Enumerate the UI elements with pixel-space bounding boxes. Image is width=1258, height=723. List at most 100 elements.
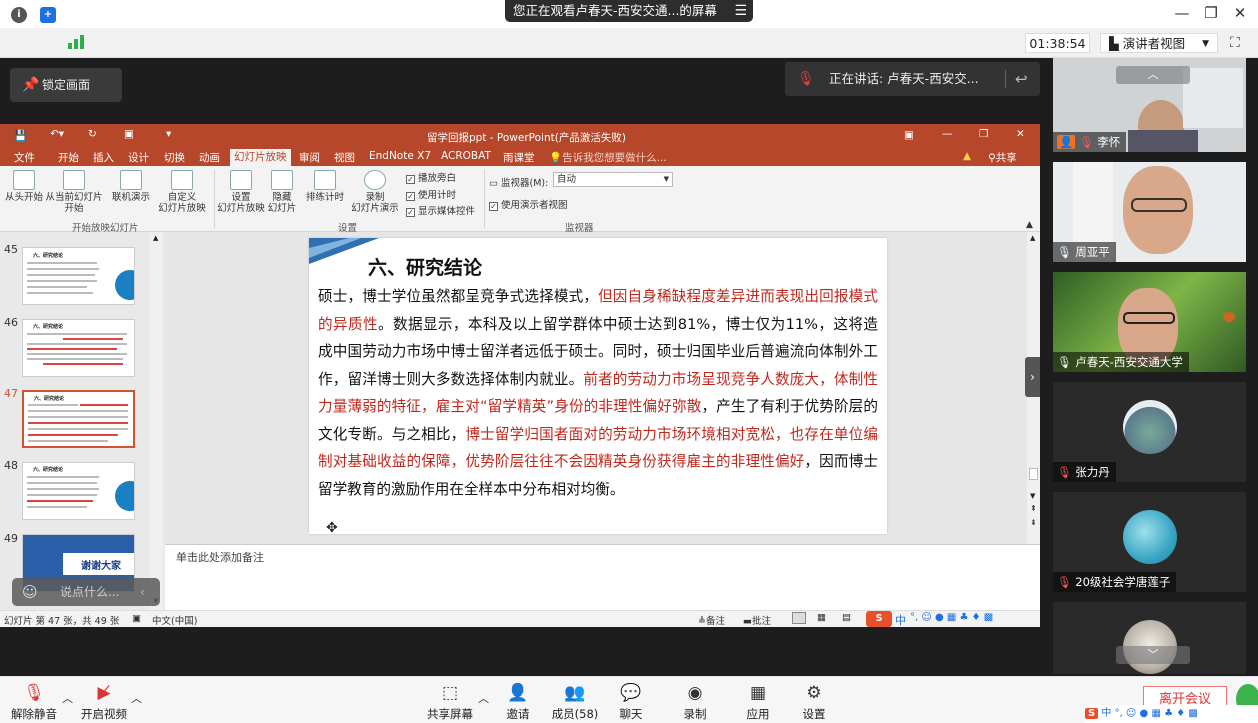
ime-mode[interactable]: 中 (1101, 708, 1111, 719)
viewing-banner[interactable]: 您正在观看卢春天-西安交通...的屏幕 ☰ (505, 0, 753, 22)
lock-view-button[interactable]: 📌 锁定画面 (10, 68, 122, 102)
participant-tile[interactable]: 🎙 20级社会学唐莲子 (1053, 492, 1246, 592)
video-button[interactable]: ▶̸ 开启视频 (78, 679, 130, 722)
ribbon-display-icon[interactable]: ▣ (904, 129, 914, 141)
tab-endnote[interactable]: EndNote X7 (369, 150, 431, 162)
tab-insert[interactable]: 插入 (93, 150, 114, 165)
tab-slideshow[interactable]: 幻灯片放映 (230, 149, 291, 166)
members-button[interactable]: 👥 成员(58) (549, 679, 601, 722)
notes-toggle[interactable]: ≜备注 (698, 613, 725, 627)
chevron-left-icon[interactable]: ‹ (140, 578, 145, 606)
share-screen-button[interactable]: ⬚ 共享屏幕 (424, 679, 476, 722)
normal-view-icon[interactable] (792, 612, 806, 624)
tab-design[interactable]: 设计 (128, 150, 149, 165)
participant-nametag: 👤 🎙 李怀 (1053, 132, 1127, 152)
slide-thumbnail-46[interactable]: 六、研究结论 (22, 319, 135, 377)
notes-pane[interactable]: 单击此处添加备注 (165, 544, 1040, 610)
shield-icon[interactable]: + (40, 7, 56, 23)
ime-toolbar-icons[interactable]: °, ☺ ● ▦ ♣ ♦ ▩ (1115, 708, 1198, 719)
participant-tile[interactable]: 🎙 周亚平 (1053, 162, 1246, 262)
ppt-close-icon[interactable]: ✕ (1016, 128, 1025, 140)
tell-me-box[interactable]: 💡告诉我您想要做什么... (549, 150, 667, 165)
spellcheck-icon[interactable]: ▣ (132, 613, 141, 624)
chevron-up-icon[interactable]: ︿ (131, 690, 142, 706)
tab-acrobat[interactable]: ACROBAT (441, 150, 491, 162)
tab-view[interactable]: 视图 (334, 150, 355, 165)
slide-thumbnail-47[interactable]: 六、研究结论 (22, 390, 135, 448)
ime-taskbar[interactable]: S 中 °, ☺ ● ▦ ♣ ♦ ▩ (1085, 705, 1258, 723)
sorter-view-icon[interactable]: ▦ (817, 612, 826, 623)
redo-icon[interactable]: ↻ (88, 128, 97, 140)
ppt-minimize-icon[interactable]: — (942, 128, 953, 140)
hide-slide-button[interactable]: 隐藏 幻灯片 (266, 170, 298, 214)
presenter-view-checkbox[interactable]: ✓ 使用演示者视图 (489, 197, 568, 211)
sogou-ime-icon[interactable]: S (1085, 708, 1099, 719)
participant-tile[interactable]: 🎙 张力丹 (1053, 382, 1246, 482)
online-present-button[interactable]: 联机演示 (110, 170, 152, 203)
thumb-scrollbar[interactable]: ▲ ▼ (150, 232, 163, 610)
media-controls-checkbox[interactable]: ✓ 显示媒体控件 (406, 203, 475, 217)
reading-view-icon[interactable]: ▤ (842, 612, 851, 623)
customize-qat-icon[interactable]: ▾ (166, 128, 171, 140)
sogou-ime-icon[interactable]: S (866, 611, 892, 627)
tab-rainclass[interactable]: 雨课堂 (503, 150, 535, 165)
signal-icon[interactable] (68, 35, 86, 49)
tab-home[interactable]: 开始 (58, 150, 79, 165)
undo-arrow-icon[interactable]: ↩ (1015, 62, 1028, 96)
tab-review[interactable]: 审阅 (299, 150, 320, 165)
share-ppt-button[interactable]: ⚲共享 (988, 150, 1017, 165)
fullscreen-icon[interactable]: ⛶ (1230, 35, 1240, 51)
ime-mode[interactable]: 中 (895, 612, 906, 628)
chevron-up-icon[interactable]: ︿ (478, 690, 489, 706)
participant-tile[interactable]: 🎙 卢春天-西安交通大学 (1053, 272, 1246, 372)
save-icon[interactable]: 💾 (14, 129, 27, 142)
present-icon[interactable]: ▣ (124, 128, 134, 140)
minimize-icon[interactable]: — (1170, 4, 1194, 22)
ime-toolbar-icons[interactable]: °, ☺ ● ▦ ♣ ♦ ▩ (910, 612, 993, 623)
chat-button[interactable]: 💬 聊天 (613, 679, 649, 722)
tab-animations[interactable]: 动画 (199, 150, 220, 165)
restore-icon[interactable]: ❐ (1199, 4, 1223, 22)
ppt-restore-icon[interactable]: ❐ (979, 128, 988, 140)
record-show-button[interactable]: 录制 幻灯片演示 (346, 170, 404, 214)
prev-slide-icon[interactable]: ⇞ (1030, 504, 1037, 513)
toggle-video-panel-button[interactable]: › (1025, 357, 1040, 397)
presenter-view-dropdown[interactable]: ▙ 演讲者视图 ▼ (1100, 33, 1218, 53)
chevron-up-icon[interactable]: ︿ (62, 690, 73, 706)
slide-thumbnail-48[interactable]: 六、研究结论 (22, 462, 135, 520)
custom-show-button[interactable]: 自定义 幻灯片放映 (153, 170, 211, 214)
undo-icon[interactable]: ↶▾ (50, 128, 64, 140)
setup-show-button[interactable]: 设置 幻灯片放映 (216, 170, 266, 214)
scroll-up-icon[interactable]: ▲ (153, 234, 158, 242)
emoji-icon[interactable]: ☺ (22, 578, 38, 606)
invite-button[interactable]: 👤 邀请 (500, 679, 536, 722)
tab-transitions[interactable]: 切换 (164, 150, 185, 165)
rehearse-button[interactable]: 排练计时 (303, 170, 347, 203)
from-current-button[interactable]: 从当前幻灯片 开始 (44, 170, 104, 214)
timing-checkbox[interactable]: ✓ 使用计时 (406, 187, 456, 201)
record-button[interactable]: ◉ 录制 (677, 679, 713, 722)
thumb-thanks: 谢谢大家 (81, 561, 121, 572)
apps-button[interactable]: ▦ 应用 (740, 679, 776, 722)
from-start-button[interactable]: 从头开始 (3, 170, 45, 203)
slide-thumbnails-pane[interactable]: 45 六、研究结论 46 六、研究结论 47 六、研究结论 48 六、研究结论 … (0, 232, 165, 610)
slide-thumbnail-45[interactable]: 六、研究结论 (22, 247, 135, 305)
narration-checkbox[interactable]: ✓ 播放旁白 (406, 170, 456, 184)
settings-button[interactable]: ⚙ 设置 (796, 679, 832, 722)
tab-file[interactable]: 文件 (14, 150, 35, 165)
video-scroll-down[interactable]: ﹀ (1116, 646, 1190, 664)
video-scroll-up[interactable]: ︿ (1116, 66, 1190, 84)
language-label[interactable]: 中文(中国) (152, 613, 197, 627)
menu-lines-icon[interactable]: ☰ (734, 0, 747, 22)
close-icon[interactable]: ✕ (1228, 4, 1252, 22)
scroll-up-icon[interactable]: ▲ (1030, 234, 1035, 242)
info-icon[interactable]: i (11, 7, 27, 23)
scroll-down-icon[interactable]: ▼ (1030, 492, 1035, 500)
next-slide-icon[interactable]: ⇟ (1030, 518, 1037, 527)
chat-input[interactable]: ☺ 说点什么... ‹ (12, 578, 160, 606)
collapse-ribbon-icon[interactable]: ▲ (1026, 220, 1033, 230)
unmute-button[interactable]: 🎙 解除静音 (8, 679, 60, 722)
participant-nametag: 🎙 周亚平 (1053, 242, 1116, 262)
monitor-select[interactable]: 自动 ▼ (553, 172, 673, 187)
comments-toggle[interactable]: ▬批注 (743, 613, 771, 627)
